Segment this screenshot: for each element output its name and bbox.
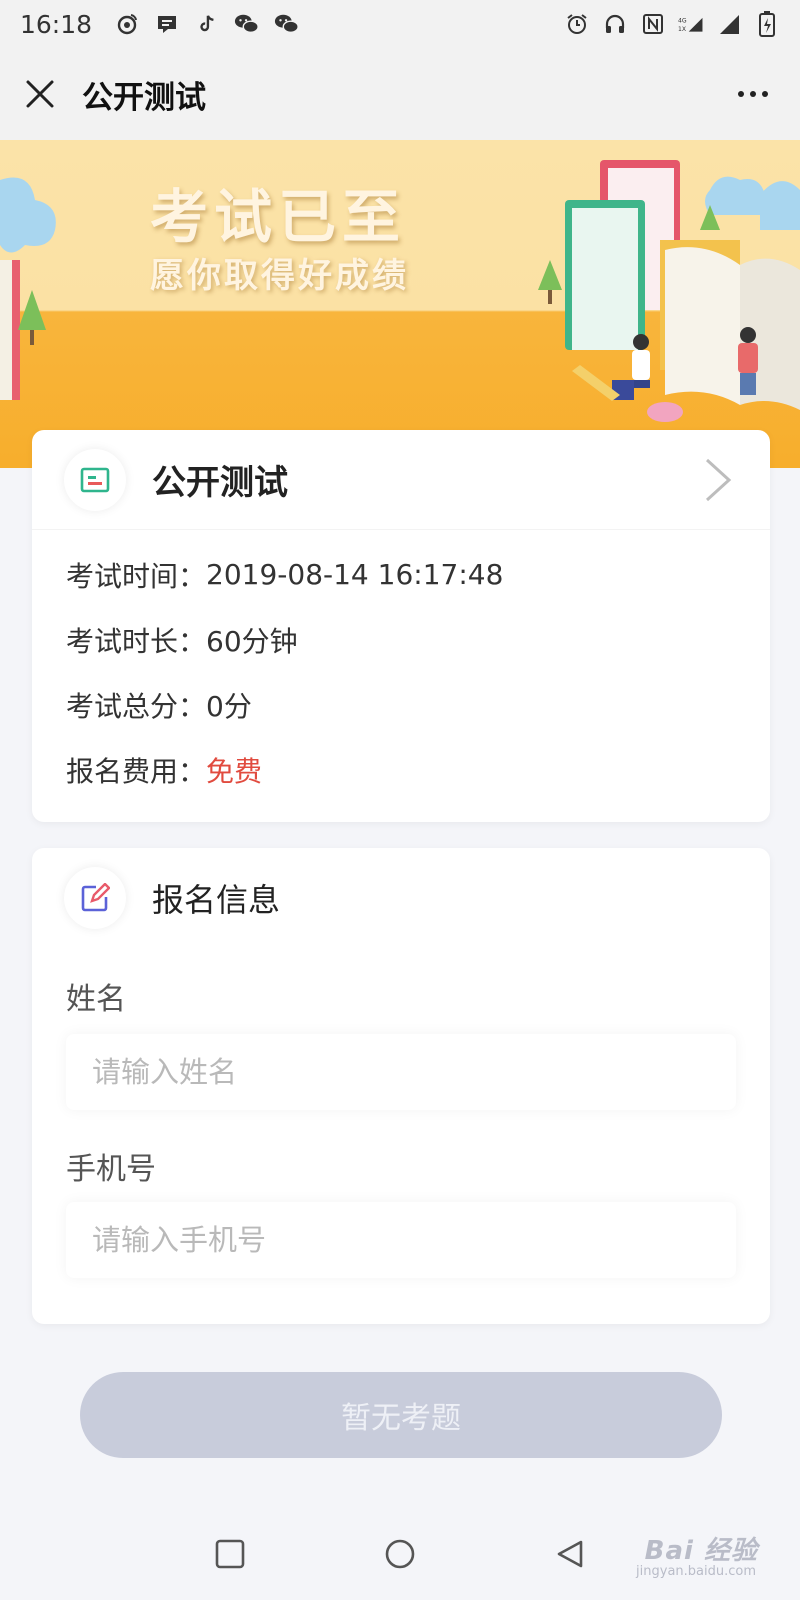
svg-text:4G: 4G — [678, 17, 687, 24]
chevron-right-icon[interactable] — [698, 452, 738, 508]
exam-info-card: 公开测试 考试时间： 2019-08-14 16:17:48 考试时长： 60分… — [32, 430, 770, 822]
exam-score-label: 考试总分： — [66, 689, 207, 723]
exam-duration-value: 60分钟 — [206, 624, 298, 658]
wechat-icon — [274, 11, 300, 37]
svg-text:1X: 1X — [678, 26, 686, 33]
banner-subtitle: 愿你取得好成绩 — [150, 256, 409, 296]
battery-icon — [754, 11, 780, 37]
home-icon[interactable] — [380, 1534, 420, 1574]
close-icon[interactable] — [22, 76, 58, 112]
exam-score-value: 0分 — [206, 689, 252, 723]
exam-fee-row: 报名费用： 免费 — [66, 737, 770, 802]
exam-fee-label: 报名费用： — [66, 754, 207, 788]
tiktok-icon — [194, 11, 220, 37]
weibo-icon — [114, 11, 140, 37]
more-icon[interactable] — [728, 74, 778, 114]
phone-label: 手机号 — [66, 1152, 156, 1187]
no-questions-button[interactable]: 暂无考题 — [80, 1372, 722, 1458]
edit-icon — [64, 867, 126, 929]
exam-info-list: 考试时间： 2019-08-14 16:17:48 考试时长： 60分钟 考试总… — [32, 530, 770, 802]
4g-signal-icon: 4G 1X — [678, 11, 704, 37]
exam-card-header[interactable]: 公开测试 — [32, 430, 770, 530]
recent-apps-icon[interactable] — [210, 1534, 250, 1574]
signup-card-header: 报名信息 — [32, 848, 770, 948]
exam-duration-label: 考试时长： — [66, 624, 207, 658]
signal-icon — [716, 11, 742, 37]
exam-fee-value: 免费 — [206, 754, 263, 788]
exam-duration-row: 考试时长： 60分钟 — [66, 607, 770, 672]
status-right: 4G 1X — [564, 11, 780, 37]
status-bar: 16:18 4G 1X — [0, 0, 800, 48]
exam-time-row: 考试时间： 2019-08-14 16:17:48 — [66, 542, 770, 607]
nfc-icon — [640, 11, 666, 37]
signup-title: 报名信息 — [152, 881, 281, 919]
exam-title: 公开测试 — [152, 463, 288, 503]
headphones-icon — [602, 11, 628, 37]
watermark-url: jingyan.baidu.com — [636, 1564, 756, 1579]
name-input[interactable] — [66, 1034, 736, 1110]
nav-bar: 公开测试 — [0, 48, 800, 140]
phone-input[interactable] — [66, 1202, 736, 1278]
name-label: 姓名 — [66, 982, 126, 1017]
status-time: 16:18 — [20, 9, 93, 39]
exam-score-row: 考试总分： 0分 — [66, 672, 770, 737]
alarm-icon — [564, 11, 590, 37]
exam-card-icon — [64, 448, 126, 511]
exam-banner: 考试已至 愿你取得好成绩 — [0, 140, 800, 468]
status-left: 16:18 — [20, 10, 300, 39]
banner-title: 考试已至 — [150, 183, 407, 251]
signup-card: 报名信息 姓名 手机号 — [32, 848, 770, 1324]
exam-time-value: 2019-08-14 16:17:48 — [206, 558, 504, 591]
page-title: 公开测试 — [82, 79, 206, 116]
message-icon — [154, 11, 180, 37]
wechat-icon — [234, 11, 260, 37]
back-icon[interactable] — [550, 1534, 590, 1574]
watermark-logo: Bai 经验 — [644, 1536, 758, 1566]
exam-time-label: 考试时间： — [66, 559, 207, 593]
